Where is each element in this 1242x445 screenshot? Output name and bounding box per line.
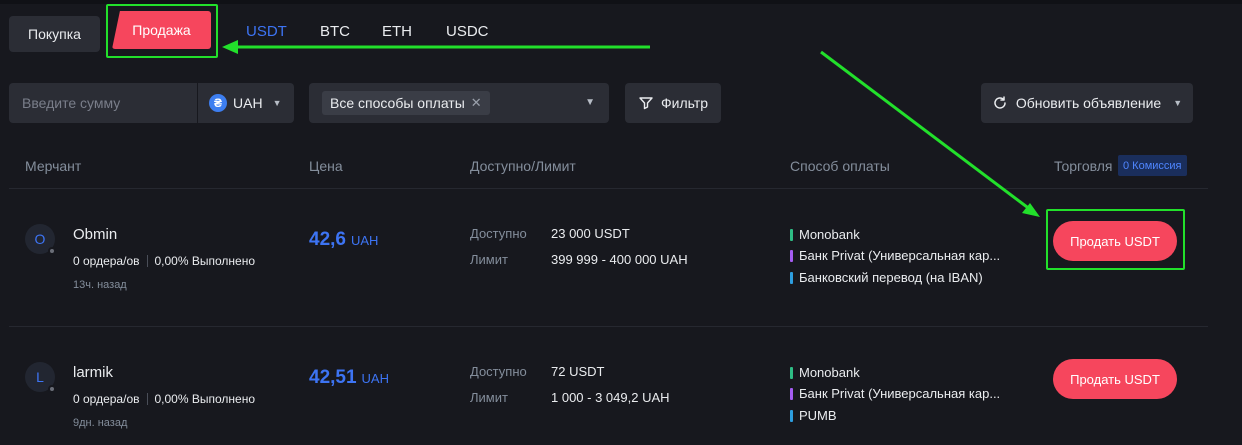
header-price: Цена	[309, 158, 343, 174]
last-seen: 9дн. назад	[73, 417, 128, 429]
price-currency: UAH	[361, 371, 389, 386]
merchant-stats: 0 ордера/ов 0,00% Выполнено	[73, 392, 255, 406]
method-name: Банк Privat (Универсальная кар...	[799, 386, 1001, 401]
limit-value: 399 999 - 400 000 UAH	[551, 252, 688, 267]
method-name: Monobank	[799, 227, 860, 242]
tab-usdt[interactable]: USDT	[246, 23, 287, 40]
tab-buy[interactable]: Покупка	[9, 16, 100, 52]
avatar-initial: O	[34, 231, 46, 247]
tab-sell[interactable]: Продажа	[112, 11, 211, 49]
limit-value: 1 000 - 3 049,2 UAH	[551, 390, 670, 405]
method-name: PUMB	[799, 408, 837, 423]
payment-method-item: Monobank	[790, 227, 860, 242]
method-name: Банковский перевод (на IBAN)	[799, 270, 983, 285]
row-divider	[9, 326, 1208, 327]
payment-method-item: Monobank	[790, 365, 860, 380]
payment-method-item: Банк Privat (Универсальная кар...	[790, 386, 1000, 401]
price-value: 42,51	[309, 367, 357, 388]
payment-chip: Все способы оплаты ✕	[322, 91, 490, 115]
chevron-down-icon: ▼	[585, 97, 595, 108]
header-payment-method: Способ оплаты	[790, 158, 890, 174]
available-label: Доступно	[470, 364, 527, 379]
close-icon[interactable]: ✕	[471, 95, 482, 111]
payment-method-item: PUMB	[790, 408, 837, 423]
chevron-down-icon: ▼	[1173, 98, 1183, 108]
completion-rate: 0,00% Выполнено	[154, 254, 256, 268]
sell-button-highlight	[1046, 209, 1185, 270]
limit-label: Лимит	[470, 252, 508, 267]
price-currency: UAH	[350, 233, 379, 248]
payment-method-item: Банковский перевод (на IBAN)	[790, 270, 983, 285]
completion-rate: 0,00% Выполнено	[154, 392, 256, 406]
method-color-bar	[790, 249, 793, 262]
avatar[interactable]: L	[25, 362, 56, 393]
tab-btc[interactable]: BTC	[320, 23, 350, 40]
left-arrow	[222, 40, 650, 54]
status-dot	[48, 247, 56, 255]
avatar-initial: L	[36, 369, 44, 385]
method-color-bar	[790, 409, 793, 422]
sell-usdt-button[interactable]: Продать USDT	[1053, 359, 1177, 399]
available-label: Доступно	[470, 226, 527, 241]
header-trade: Торговля	[1054, 158, 1113, 174]
chevron-down-icon: ▼	[272, 98, 282, 108]
method-color-bar	[790, 228, 793, 241]
filter-button[interactable]: Фильтр	[625, 83, 721, 123]
header-divider	[9, 188, 1208, 189]
filter-icon	[639, 97, 653, 110]
filter-label: Фильтр	[660, 95, 709, 111]
merchant-name[interactable]: larmik	[73, 364, 113, 381]
header-available-limit: Доступно/Лимит	[470, 158, 576, 174]
table-row: L larmik 0 ордера/ов 0,00% Выполнено 9дн…	[0, 334, 1242, 445]
method-name: Банк Privat (Универсальная кар...	[799, 248, 1001, 263]
refresh-ads-button[interactable]: Обновить объявление ▼	[981, 83, 1193, 123]
payment-chip-label: Все способы оплаты	[330, 95, 465, 111]
header-merchant: Мерчант	[25, 158, 82, 174]
avatar[interactable]: O	[25, 224, 56, 255]
limit-label: Лимит	[470, 390, 508, 405]
diagonal-arrow	[820, 50, 1040, 217]
tab-eth[interactable]: ETH	[382, 23, 412, 40]
available-value: 72 USDT	[551, 364, 605, 379]
payment-method-select[interactable]: Все способы оплаты ✕ ▼	[309, 83, 609, 123]
payment-method-item: Банк Privat (Универсальная кар...	[790, 248, 1000, 263]
tab-usdc[interactable]: USDC	[446, 23, 489, 40]
stats-separator	[146, 255, 148, 267]
commission-badge: 0 Комиссия	[1118, 155, 1187, 176]
method-color-bar	[790, 271, 793, 284]
amount-input[interactable]	[9, 83, 197, 123]
amount-filter: ₴ UAH ▼	[9, 83, 294, 123]
price: 42,51 UAH	[309, 367, 389, 389]
orders-count: 0 ордера/ов	[73, 392, 140, 406]
method-name: Monobank	[799, 365, 860, 380]
merchant-stats: 0 ордера/ов 0,00% Выполнено	[73, 254, 255, 268]
method-color-bar	[790, 366, 793, 379]
status-dot	[48, 385, 56, 393]
merchant-name[interactable]: Obmin	[73, 226, 117, 243]
last-seen: 13ч. назад	[73, 279, 127, 291]
price-value: 42,6	[309, 229, 346, 250]
hryvnia-icon: ₴	[209, 94, 227, 112]
price: 42,6 UAH	[309, 229, 378, 251]
refresh-icon	[994, 96, 1006, 109]
stats-separator	[146, 393, 148, 405]
orders-count: 0 ордера/ов	[73, 254, 140, 268]
currency-select[interactable]: ₴ UAH ▼	[198, 94, 281, 112]
method-color-bar	[790, 387, 793, 400]
available-value: 23 000 USDT	[551, 226, 630, 241]
refresh-label: Обновить объявление	[1015, 95, 1162, 111]
currency-label: UAH	[233, 95, 263, 111]
